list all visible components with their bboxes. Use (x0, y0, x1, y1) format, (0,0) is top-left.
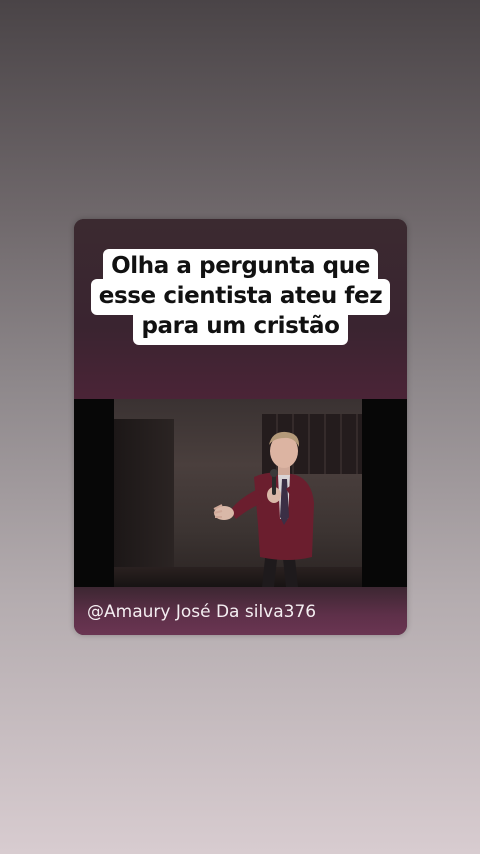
caption-overlay: Olha a pergunta que esse cientista ateu … (74, 249, 407, 345)
caption-line-3: para um cristão (133, 309, 348, 345)
video-post-card[interactable]: Olha a pergunta que esse cientista ateu … (74, 219, 407, 635)
speaker-figure (213, 431, 314, 587)
scene-wall (114, 419, 174, 587)
video-scene (114, 399, 362, 587)
video-frame[interactable] (74, 399, 407, 587)
page: { "post": { "caption_lines": [ "Olha a p… (0, 0, 480, 854)
author-handle[interactable]: @Amaury José Da silva376 (87, 602, 316, 622)
